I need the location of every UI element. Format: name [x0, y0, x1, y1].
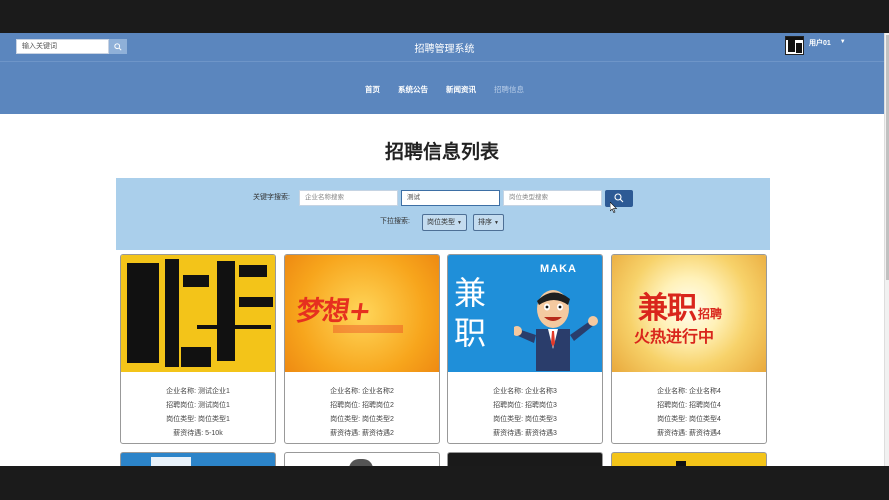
- job-card[interactable]: [447, 452, 603, 466]
- job-type: 岗位类型: 岗位类型1: [166, 416, 230, 423]
- job-card[interactable]: [284, 452, 440, 466]
- page-title: 招聘信息列表: [384, 142, 499, 163]
- job-card-image[interactable]: 兼职 招聘 火热进行中: [612, 255, 766, 372]
- nav-item-home[interactable]: 首页: [365, 84, 380, 95]
- job-card[interactable]: 兼职 招聘 火热进行中 企业名称: 企业名称4 招聘岗位: 招聘岗位4 岗位类型…: [611, 254, 767, 444]
- username[interactable]: 用户01: [809, 38, 831, 48]
- caret-down-icon: ▼: [456, 220, 462, 226]
- type-search-input[interactable]: 岗位类型搜索: [503, 190, 602, 206]
- job-card-image-subtext: 招聘: [698, 307, 723, 321]
- video-letterbox-bottom: [0, 466, 889, 500]
- job-card[interactable]: 梦想+ 企业名称: 企业名称2 招聘岗位: 招聘岗位2 岗位类型: 岗位类型2 …: [284, 254, 440, 444]
- sort-dropdown[interactable]: 排序 ▼: [473, 214, 504, 231]
- top-header: 输入关键词 招聘管理系统 用户01 ▼: [0, 33, 889, 61]
- salary: 薪资待遇: 5-10k: [173, 430, 223, 437]
- caret-down-icon[interactable]: ▼: [840, 39, 846, 45]
- company-name: 企业名称: 企业名称2: [330, 388, 394, 395]
- nav-item-announcements[interactable]: 系统公告: [398, 84, 428, 95]
- job-position: 招聘岗位: 招聘岗位3: [493, 402, 557, 409]
- salary: 薪资待遇: 薪资待遇4: [657, 430, 721, 437]
- job-card-image-text: 梦想+: [294, 296, 373, 327]
- position-type-dropdown-label: 岗位类型: [427, 219, 455, 226]
- nav-item-news[interactable]: 新闻资讯: [446, 84, 476, 95]
- job-type: 岗位类型: 岗位类型2: [330, 416, 394, 423]
- company-name: 企业名称: 测试企业1: [166, 388, 230, 395]
- job-position: 招聘岗位: 测试岗位1: [166, 402, 230, 409]
- job-card-image-tagline: 火热进行中: [634, 327, 715, 346]
- job-card[interactable]: [611, 452, 767, 466]
- job-card[interactable]: [120, 452, 276, 466]
- job-card-image-text: 兼职: [638, 291, 697, 326]
- page-scrollbar[interactable]: [884, 33, 889, 466]
- company-search-input[interactable]: 企业名称搜索: [299, 190, 398, 206]
- video-letterbox-top: [0, 0, 889, 33]
- job-position: 招聘岗位: 招聘岗位4: [657, 402, 721, 409]
- filter-panel: 关键字搜索: 企业名称搜索 测试 岗位类型搜索 下拉搜索: 岗位类型 ▼ 排序 …: [116, 178, 770, 250]
- job-position: 招聘岗位: 招聘岗位2: [330, 402, 394, 409]
- job-card-brand: MAKA: [540, 263, 577, 275]
- job-card-image[interactable]: 聘: [121, 255, 275, 372]
- job-card-image-text: 兼职: [454, 274, 487, 352]
- mouse-cursor-icon: [610, 202, 618, 213]
- salary: 薪资待遇: 薪资待遇2: [330, 430, 394, 437]
- position-type-dropdown[interactable]: 岗位类型 ▼: [422, 214, 467, 231]
- job-card[interactable]: 聘 企业名称: 测试企业1 招聘岗位: 测试岗位1 岗位类型: 岗位类型1 薪资…: [120, 254, 276, 444]
- salary: 薪资待遇: 薪资待遇3: [493, 430, 557, 437]
- keyword-search-label: 关键字搜索:: [253, 194, 290, 201]
- job-type: 岗位类型: 岗位类型3: [493, 416, 557, 423]
- main-navigation: 首页 系统公告 新闻资讯 招聘信息: [0, 61, 889, 114]
- nav-item-recruitment[interactable]: 招聘信息: [494, 84, 524, 95]
- job-card-image[interactable]: 梦想+: [285, 255, 439, 372]
- dropdown-search-label: 下拉搜索:: [380, 218, 410, 225]
- job-card-image[interactable]: MAKA 兼职: [448, 255, 602, 372]
- sort-dropdown-label: 排序: [478, 219, 492, 226]
- job-type: 岗位类型: 岗位类型4: [657, 416, 721, 423]
- cartoon-man-icon: [514, 290, 598, 371]
- caret-down-icon: ▼: [493, 220, 499, 226]
- company-name: 企业名称: 企业名称3: [493, 388, 557, 395]
- avatar[interactable]: [785, 36, 804, 55]
- main-content: 招聘信息列表 关键字搜索: 企业名称搜索 测试 岗位类型搜索 下拉搜索: 岗位类…: [0, 114, 884, 466]
- user-menu[interactable]: 用户01 ▼: [785, 36, 846, 55]
- company-name: 企业名称: 企业名称4: [657, 388, 721, 395]
- job-card[interactable]: MAKA 兼职 企业名称: 企业名称3 招聘岗位: 招聘岗位3 岗位类型: 岗位…: [447, 254, 603, 444]
- site-title: 招聘管理系统: [414, 44, 475, 55]
- position-search-input[interactable]: 测试: [401, 190, 500, 206]
